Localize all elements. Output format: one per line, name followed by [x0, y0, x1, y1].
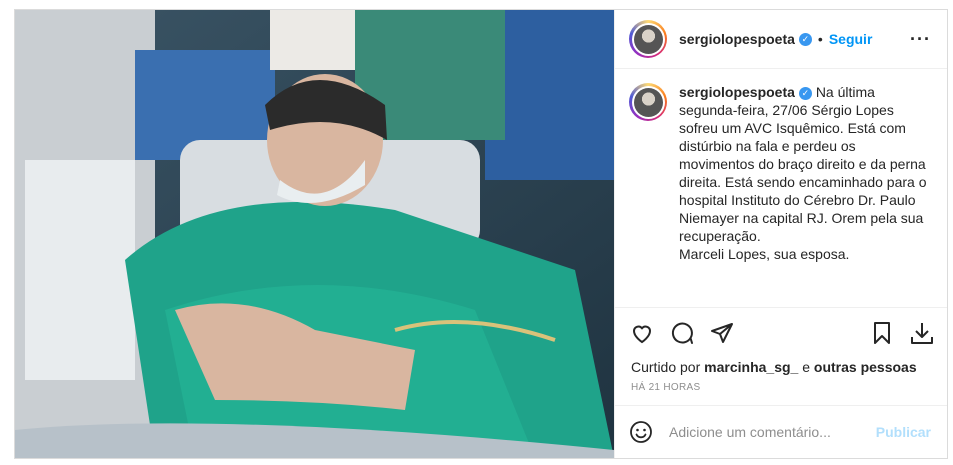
- instagram-post: sergiolopespoeta ✓ • Seguir ··· sergiolo…: [14, 9, 948, 459]
- likes-line: Curtido por marcinha_sg_ e outras pessoa…: [615, 358, 947, 376]
- comment-input[interactable]: [667, 423, 876, 441]
- comment-bar: Publicar: [615, 405, 947, 458]
- more-options-icon[interactable]: ···: [910, 29, 931, 50]
- follow-button[interactable]: Seguir: [829, 31, 873, 47]
- caption-avatar[interactable]: [629, 83, 667, 121]
- verified-badge-icon: ✓: [798, 32, 812, 46]
- caption-avatar-image: [633, 87, 663, 117]
- likes-and: e: [802, 359, 811, 375]
- post-sidebar: sergiolopespoeta ✓ • Seguir ··· sergiolo…: [614, 10, 947, 458]
- emoji-icon[interactable]: [629, 420, 653, 444]
- action-bar: [615, 308, 947, 358]
- heart-icon[interactable]: [629, 320, 655, 346]
- caption-block: sergiolopespoeta ✓ Na última segunda-feir…: [615, 69, 947, 308]
- caption-body: Na última segunda-feira, 27/06 Sérgio Lo…: [679, 84, 927, 244]
- likes-prefix: Curtido por: [631, 359, 701, 375]
- post-photo[interactable]: [15, 10, 614, 458]
- patient-photo-illustration: [15, 10, 614, 458]
- username-link[interactable]: sergiolopespoeta: [679, 31, 795, 47]
- caption-username[interactable]: sergiolopespoeta: [679, 84, 795, 100]
- caption-verified-badge-icon: ✓: [798, 86, 812, 100]
- caption-signature: Marceli Lopes, sua esposa.: [679, 246, 850, 262]
- bookmark-icon[interactable]: [869, 320, 895, 346]
- post-timestamp[interactable]: HÁ 21 HORAS: [615, 376, 947, 405]
- avatar-image: [633, 24, 663, 54]
- caption-text: sergiolopespoeta ✓ Na última segunda-feir…: [679, 83, 931, 263]
- share-icon[interactable]: [709, 320, 735, 346]
- likes-others-link[interactable]: outras pessoas: [814, 359, 917, 375]
- comment-icon[interactable]: [669, 320, 695, 346]
- separator-dot: •: [817, 31, 823, 47]
- publish-button[interactable]: Publicar: [876, 424, 931, 440]
- avatar[interactable]: [629, 20, 667, 58]
- post-header: sergiolopespoeta ✓ • Seguir ···: [615, 10, 947, 69]
- download-icon[interactable]: [909, 320, 935, 346]
- liked-by-user-link[interactable]: marcinha_sg_: [704, 359, 798, 375]
